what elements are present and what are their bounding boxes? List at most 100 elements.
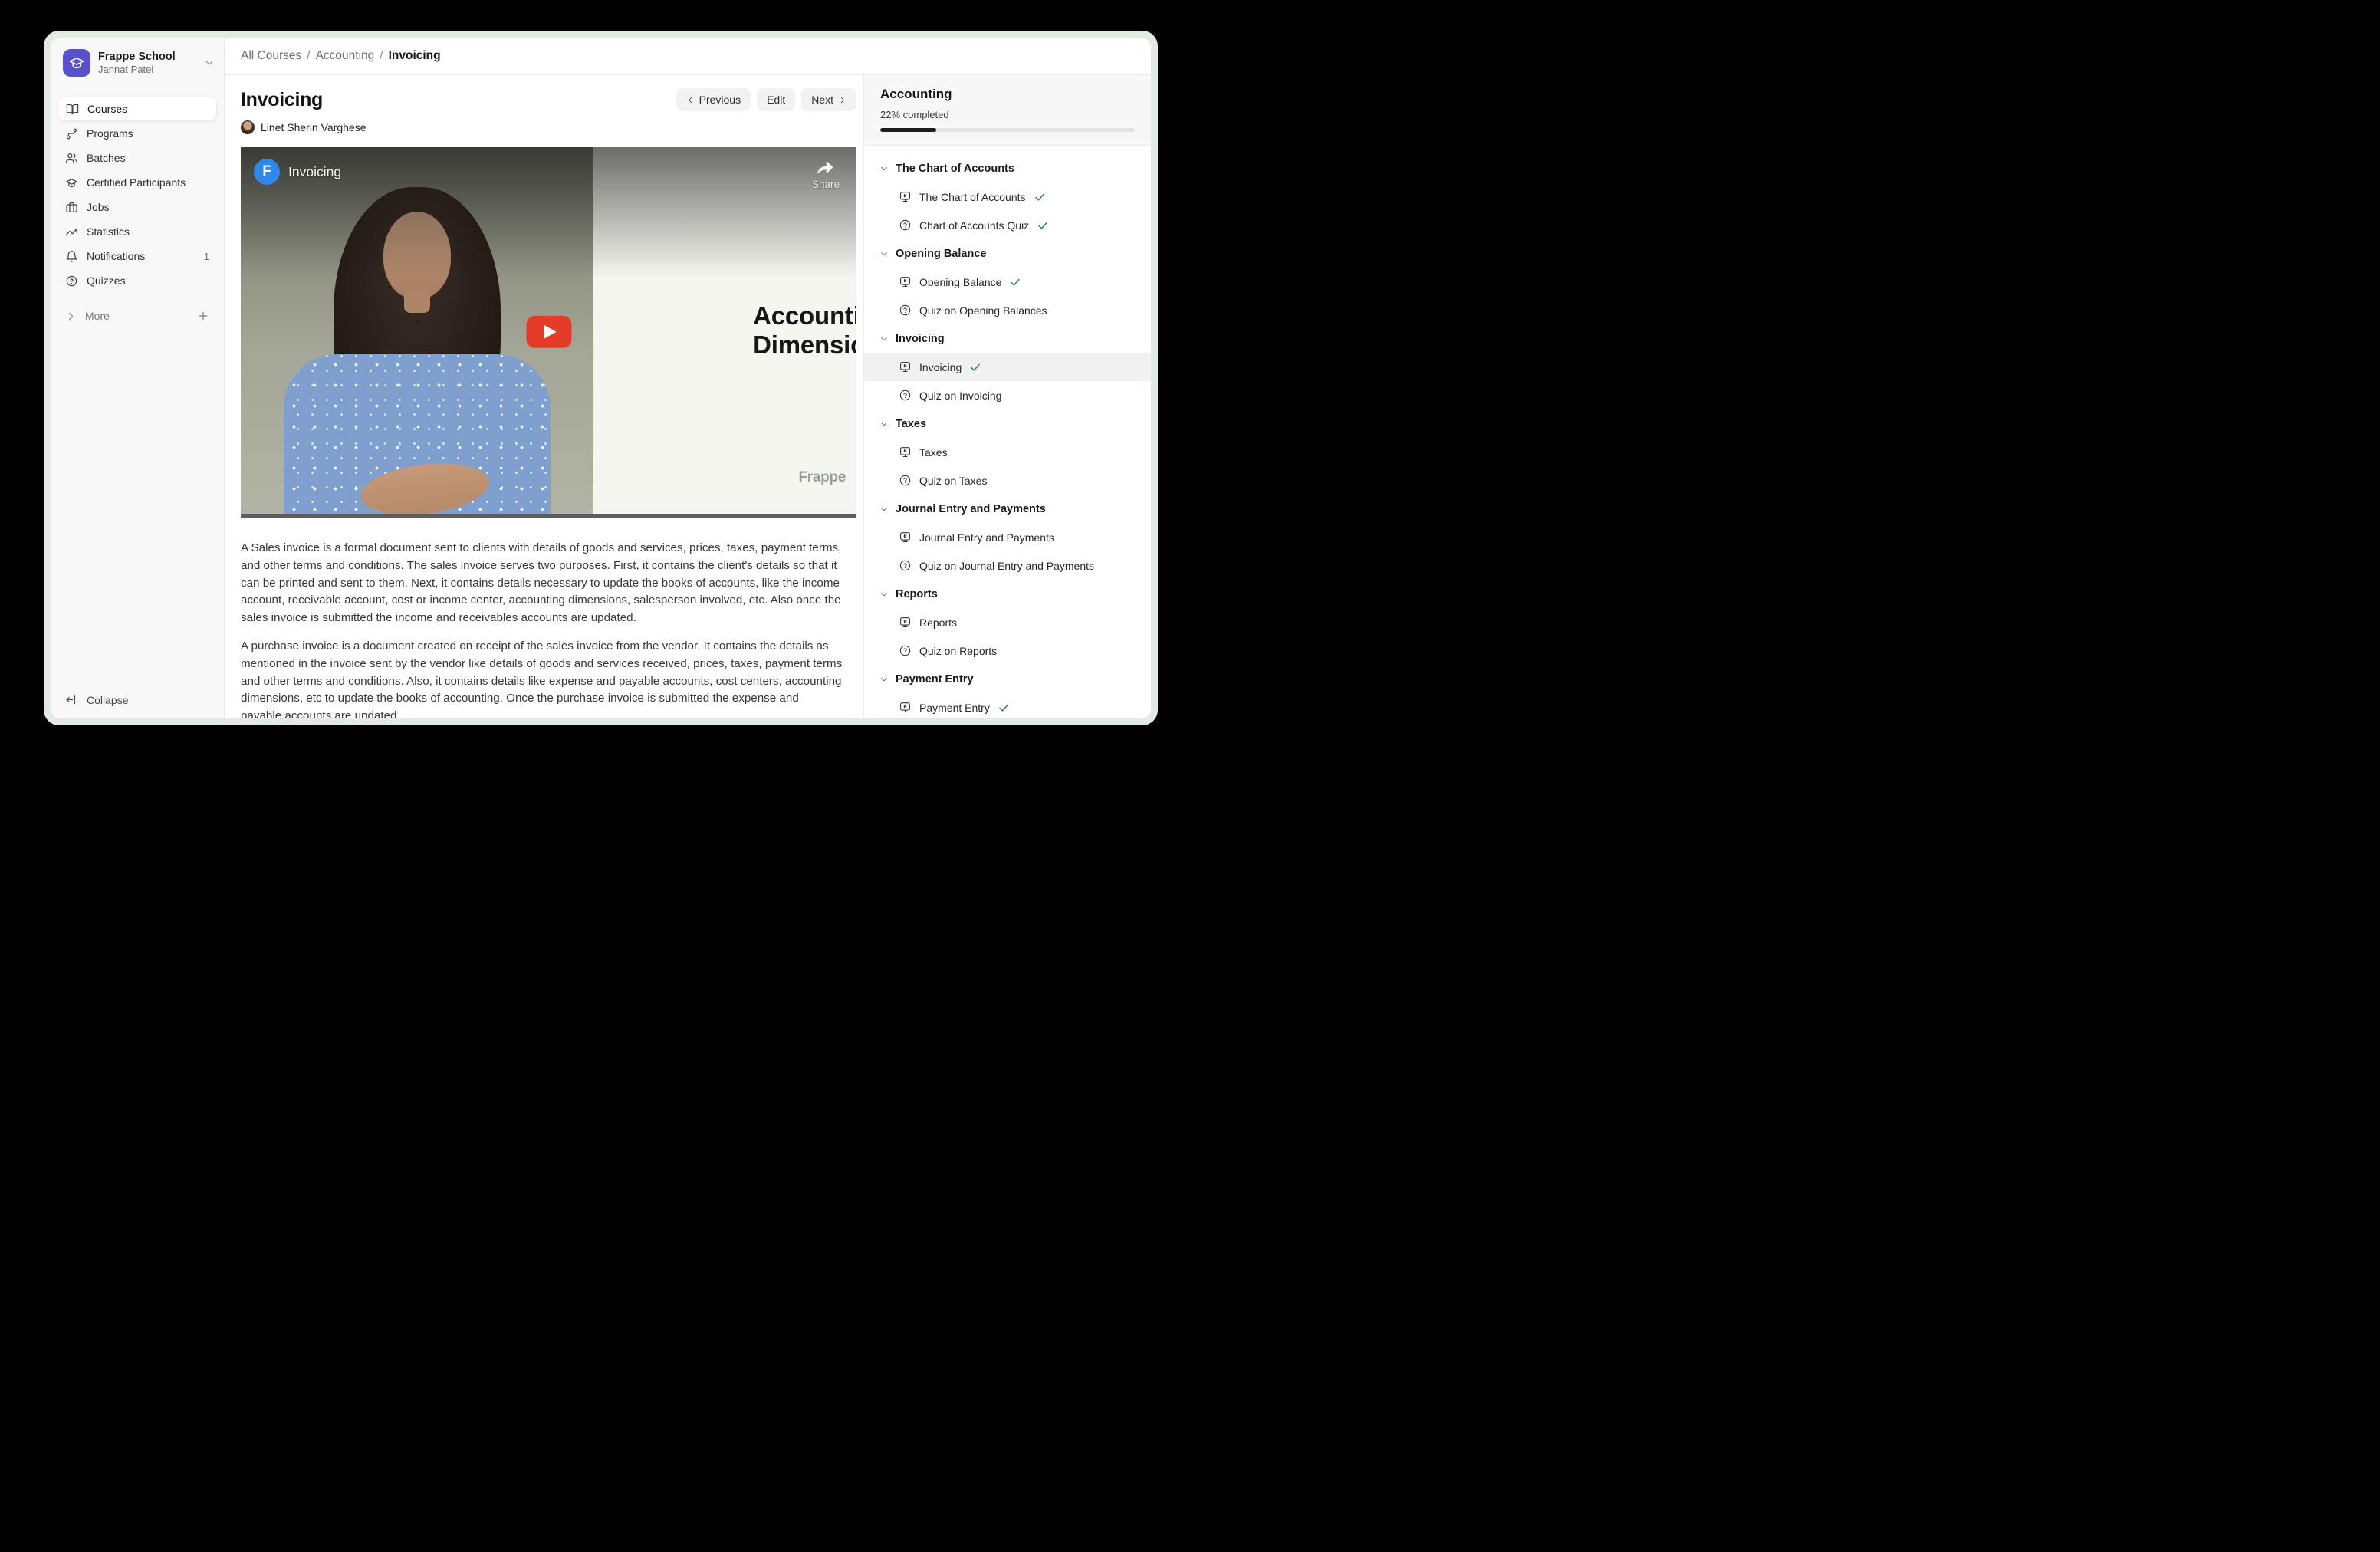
breadcrumb: All Courses / Accounting / Invoicing <box>225 38 1151 75</box>
outline-quiz[interactable]: Quiz on Taxes <box>864 466 1151 495</box>
lesson-video-icon <box>899 446 912 459</box>
sidebar-item-courses[interactable]: Courses <box>58 97 217 121</box>
edit-button[interactable]: Edit <box>757 88 795 111</box>
sidebar-item-batches[interactable]: Batches <box>58 146 217 170</box>
slide-title-line1: Accounting <box>753 301 856 330</box>
sidebar: Frappe School Jannat Patel Courses Progr… <box>51 38 225 718</box>
sidebar-item-statistics[interactable]: Statistics <box>58 219 217 244</box>
trending-up-icon <box>65 225 78 238</box>
outline-quiz[interactable]: Quiz on Invoicing <box>864 381 1151 409</box>
chevron-down-icon <box>879 334 889 344</box>
outline-lesson-current[interactable]: Invoicing <box>864 353 1151 381</box>
play-icon <box>544 324 556 338</box>
workspace-switcher[interactable]: Frappe School Jannat Patel <box>63 49 215 77</box>
completed-check-icon <box>1009 276 1021 288</box>
quiz-icon <box>899 304 912 317</box>
outline-quiz[interactable]: Quiz on Reports <box>864 636 1151 665</box>
outline-section-taxes[interactable]: Taxes <box>864 409 1151 438</box>
play-button[interactable] <box>526 315 571 347</box>
workspace-user: Jannat Patel <box>98 64 196 76</box>
outline-quiz[interactable]: Chart of Accounts Quiz <box>864 211 1151 239</box>
previous-button[interactable]: Previous <box>676 88 751 111</box>
outline-quiz[interactable]: Quiz on Opening Balances <box>864 296 1151 324</box>
completed-check-icon <box>998 702 1010 714</box>
breadcrumb-all-courses[interactable]: All Courses <box>241 49 301 63</box>
lesson-video-icon <box>899 531 912 544</box>
workspace-title: Frappe School <box>98 51 196 64</box>
outline-section-journal-entry[interactable]: Journal Entry and Payments <box>864 495 1151 523</box>
sidebar-item-label: Certified Participants <box>87 176 209 189</box>
outline-lesson[interactable]: Opening Balance <box>864 268 1151 296</box>
outline-lesson[interactable]: Payment Entry <box>864 693 1151 718</box>
content-area: All Courses / Accounting / Invoicing Inv… <box>225 38 1151 718</box>
author-name: Linet Sherin Varghese <box>261 121 367 133</box>
breadcrumb-separator: / <box>380 49 383 63</box>
quiz-icon <box>899 474 912 487</box>
sidebar-item-notifications[interactable]: Notifications 1 <box>58 244 217 268</box>
outline-lesson[interactable]: Reports <box>864 608 1151 636</box>
sidebar-item-programs[interactable]: Programs <box>58 121 217 146</box>
next-button[interactable]: Next <box>801 88 856 111</box>
sidebar-item-label: Programs <box>87 127 209 140</box>
outline-section-reports[interactable]: Reports <box>864 580 1151 608</box>
chevron-down-icon <box>879 590 889 599</box>
quiz-label: Quiz on Taxes <box>919 475 987 487</box>
video-player[interactable]: Accounting Dimensions Frappe F Invoicing <box>241 147 856 518</box>
quiz-label: Quiz on Reports <box>919 645 997 657</box>
lesson-main: Invoicing Previous Edit Next <box>225 75 863 718</box>
collapse-icon <box>65 693 78 706</box>
next-label: Next <box>811 94 833 106</box>
outline-section-opening-balance[interactable]: Opening Balance <box>864 239 1151 268</box>
outline-section-invoicing[interactable]: Invoicing <box>864 324 1151 353</box>
chevron-down-icon <box>879 249 889 258</box>
outline-section-payment-entry[interactable]: Payment Entry <box>864 665 1151 693</box>
progress-label: 22% completed <box>880 109 1135 120</box>
lesson-label: Reports <box>919 617 957 629</box>
quiz-icon <box>899 644 912 657</box>
lesson-label: Payment Entry <box>919 702 990 714</box>
section-title: Invoicing <box>896 333 945 345</box>
app-window-frame: Frappe School Jannat Patel Courses Progr… <box>44 31 1158 725</box>
route-icon <box>65 127 78 140</box>
video-channel-avatar[interactable]: F <box>254 159 280 185</box>
lesson-label: Invoicing <box>919 361 962 373</box>
graduation-cap-icon <box>65 176 78 189</box>
sidebar-item-quizzes[interactable]: Quizzes <box>58 268 217 293</box>
collapse-label: Collapse <box>87 694 128 706</box>
workspace-info: Frappe School Jannat Patel <box>98 51 196 76</box>
outline-quiz[interactable]: Quiz on Journal Entry and Payments <box>864 551 1151 580</box>
author-avatar <box>241 120 255 134</box>
notification-count-badge: 1 <box>204 251 209 262</box>
quiz-icon <box>899 559 912 572</box>
outline-lesson[interactable]: Journal Entry and Payments <box>864 523 1151 551</box>
outline-lesson[interactable]: The Chart of Accounts <box>864 182 1151 211</box>
outline-section-chart-of-accounts[interactable]: The Chart of Accounts <box>864 154 1151 182</box>
quiz-label: Quiz on Invoicing <box>919 390 1001 402</box>
book-open-icon <box>66 103 79 116</box>
sidebar-item-label: Batches <box>87 152 209 164</box>
breadcrumb-accounting[interactable]: Accounting <box>316 49 375 63</box>
outline-lesson[interactable]: Taxes <box>864 438 1151 466</box>
completed-check-icon <box>1034 191 1046 203</box>
lesson-paragraph: A purchase invoice is a document created… <box>241 638 843 718</box>
video-title[interactable]: Invoicing <box>288 164 341 180</box>
previous-label: Previous <box>699 94 741 106</box>
share-label: Share <box>812 179 840 190</box>
sidebar-item-jobs[interactable]: Jobs <box>58 195 217 219</box>
chevron-left-icon <box>686 96 695 104</box>
sidebar-item-more[interactable]: More <box>58 304 217 328</box>
video-share-button[interactable]: Share <box>812 158 840 190</box>
completed-check-icon <box>1037 219 1049 232</box>
completed-check-icon <box>969 361 981 373</box>
lesson-body: A Sales invoice is a formal document sen… <box>241 540 856 718</box>
lesson-label: The Chart of Accounts <box>919 191 1026 203</box>
course-title: Accounting <box>880 87 1135 102</box>
course-outline-panel: Accounting 22% completed The Chart of Ac… <box>863 75 1151 718</box>
page-title: Invoicing <box>241 89 323 111</box>
sidebar-item-certified-participants[interactable]: Certified Participants <box>58 170 217 195</box>
collapse-sidebar-button[interactable]: Collapse <box>65 693 209 706</box>
sidebar-item-label: Notifications <box>87 250 196 262</box>
plus-icon[interactable] <box>197 310 209 322</box>
progress-bar <box>880 128 1135 132</box>
sidebar-item-label: Statistics <box>87 225 209 238</box>
